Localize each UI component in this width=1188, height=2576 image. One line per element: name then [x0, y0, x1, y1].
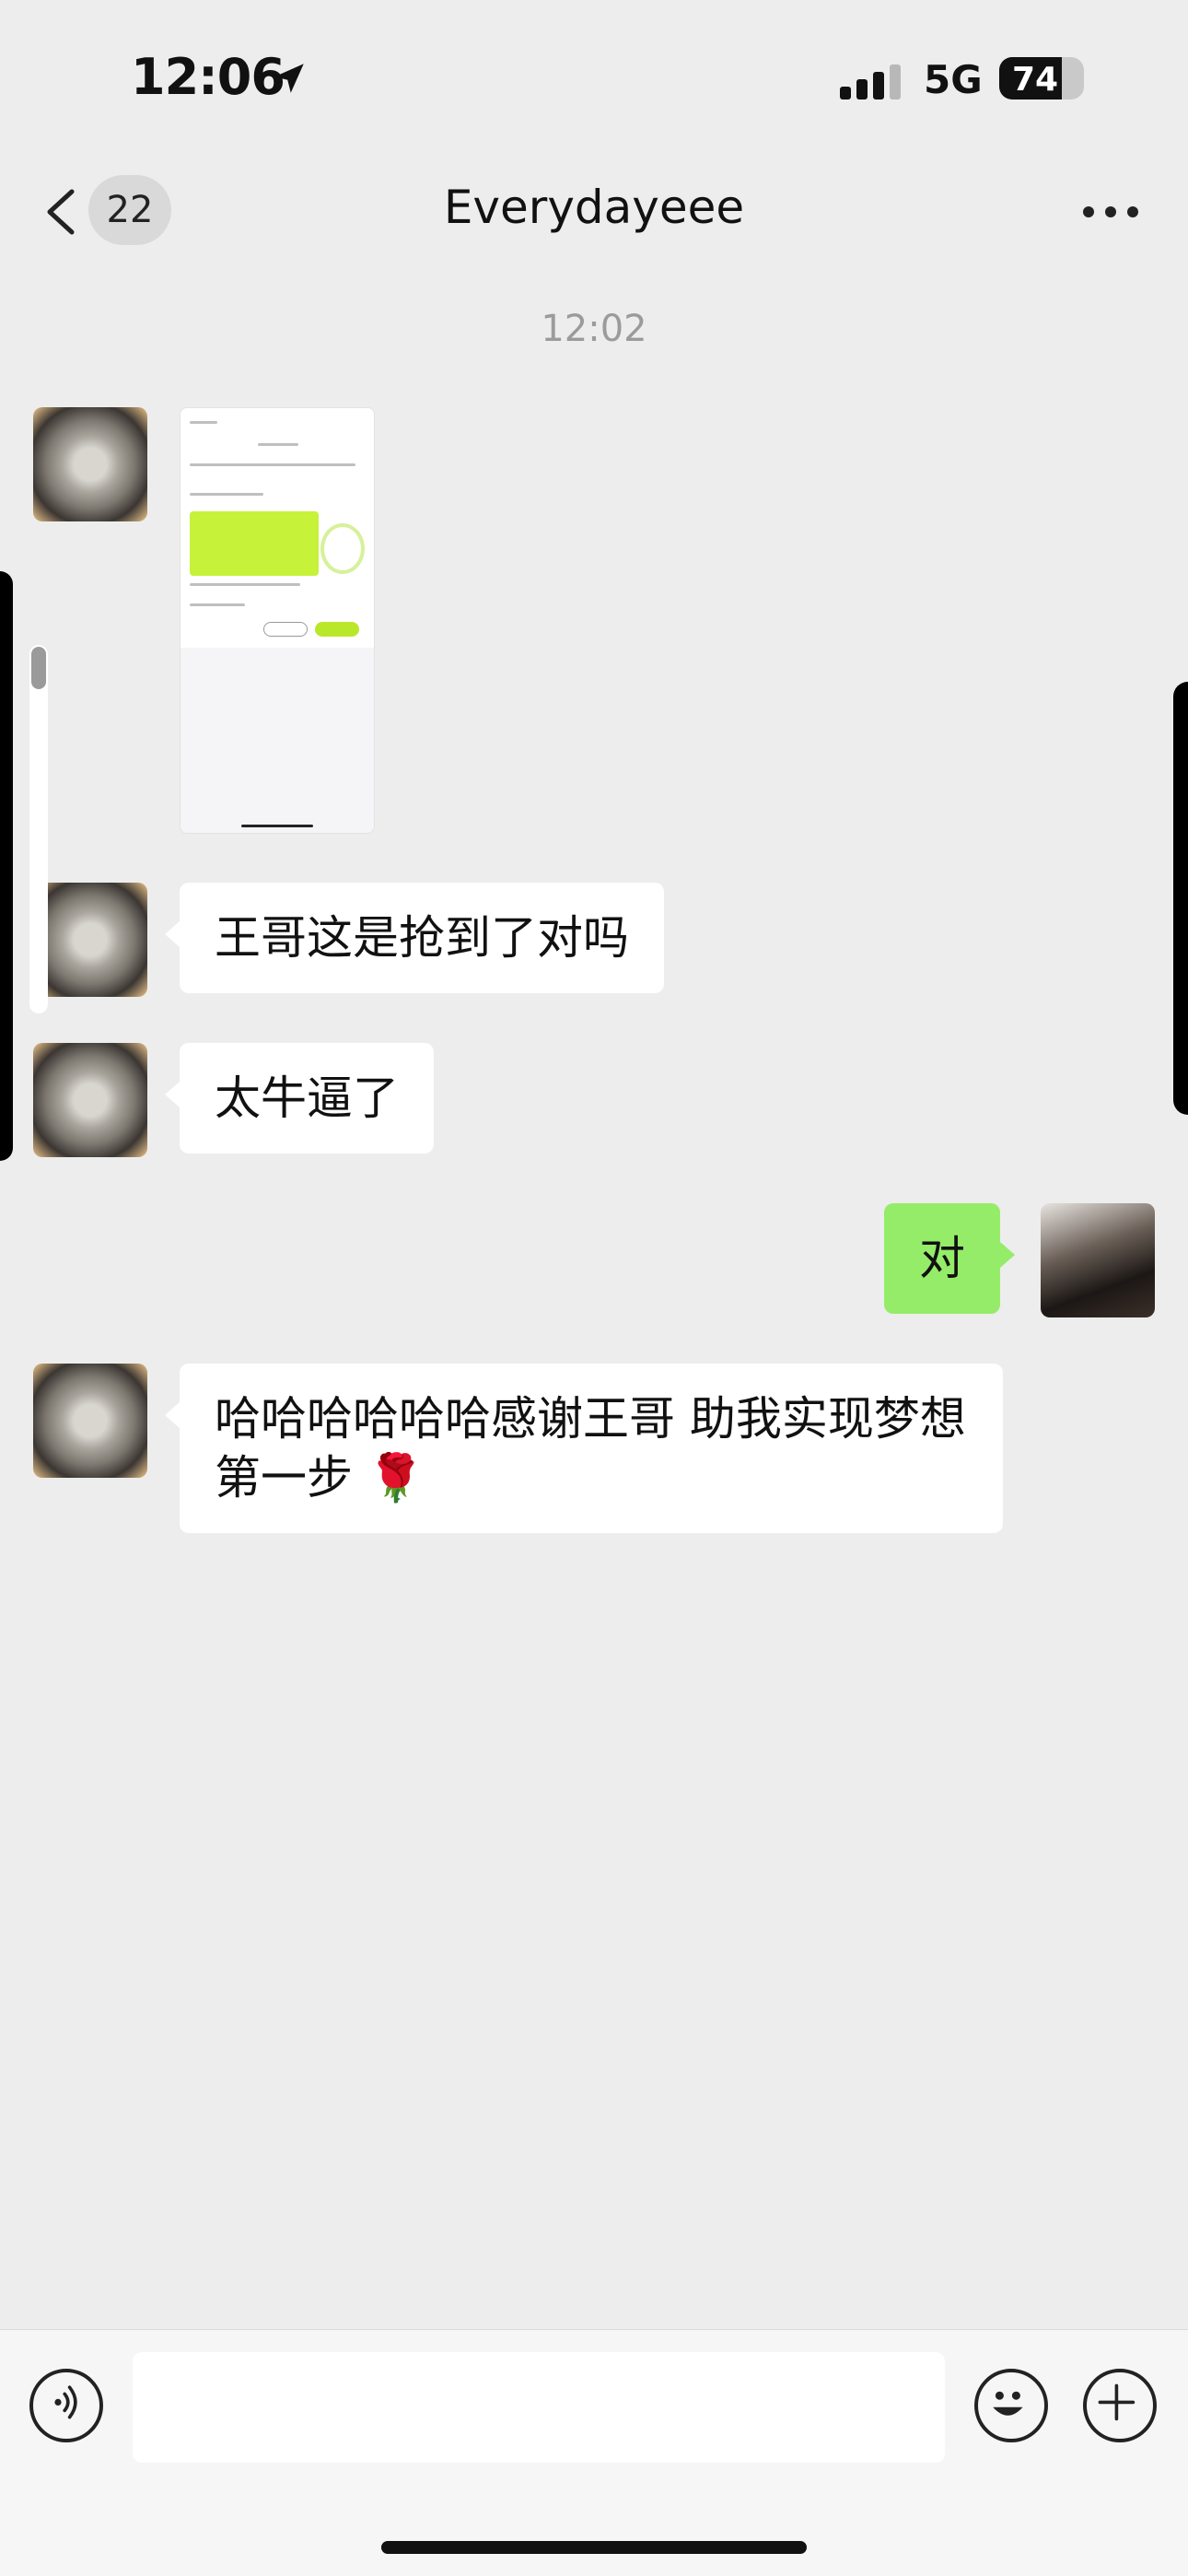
image-line [190, 421, 217, 424]
message-text: 哈哈哈哈哈哈感谢王哥 助我实现梦想第一步 [215, 1392, 966, 1505]
input-bar [0, 2329, 1188, 2576]
message-bubble[interactable]: 哈哈哈哈哈哈感谢王哥 助我实现梦想第一步 🌹 [165, 1364, 1003, 1533]
image-home-indicator [241, 825, 313, 827]
image-line [190, 603, 245, 606]
outgoing-message-bubble[interactable]: 对 [884, 1203, 1015, 1314]
scroll-thumb[interactable] [31, 647, 46, 689]
image-button-green [315, 622, 359, 637]
scroll-indicator[interactable] [29, 645, 48, 1013]
smile-icon [993, 2391, 1023, 2416]
plus-icon [1098, 2383, 1136, 2421]
message-bubble[interactable]: 王哥这是抢到了对吗 [165, 883, 664, 993]
rose-emoji: 🌹 [367, 1451, 425, 1505]
more-options-button[interactable] [1079, 199, 1144, 225]
emoji-button[interactable] [974, 2369, 1048, 2442]
plus-button[interactable] [1083, 2369, 1157, 2442]
battery-level: 74 [1012, 61, 1059, 99]
image-line [190, 583, 300, 586]
location-arrow-icon [274, 64, 304, 93]
status-bar: 12:06 5G 74 [0, 0, 1188, 166]
contact-avatar[interactable] [33, 883, 147, 997]
message-timestamp: 12:02 [541, 308, 647, 350]
nav-bar: 22 Everydayeee [0, 166, 1188, 258]
image-ticket-card [190, 511, 319, 576]
voice-button[interactable] [29, 2369, 103, 2442]
screen-edge-shadow [0, 571, 13, 1161]
image-line [190, 463, 355, 466]
battery-icon: 74 [999, 57, 1084, 100]
home-indicator [381, 2541, 807, 2554]
image-line [190, 493, 263, 496]
message-bubble[interactable]: 太牛逼了 [165, 1043, 434, 1153]
image-message[interactable] [180, 407, 375, 834]
status-time: 12:06 [131, 48, 285, 106]
voice-icon [54, 2385, 77, 2419]
my-avatar[interactable] [1041, 1203, 1155, 1317]
battery-nub [1076, 70, 1083, 87]
image-ticket-stamp [320, 523, 365, 574]
image-button-outline [263, 622, 308, 637]
message-input[interactable] [133, 2352, 945, 2463]
contact-avatar[interactable] [33, 407, 147, 521]
network-type: 5G [924, 57, 983, 102]
screen-edge-shadow [1173, 682, 1188, 1115]
contact-avatar[interactable] [33, 1043, 147, 1157]
contact-avatar[interactable] [33, 1364, 147, 1478]
chat-title: Everydayeee [443, 181, 745, 234]
image-line [258, 443, 298, 446]
cellular-signal-icon [840, 63, 904, 100]
